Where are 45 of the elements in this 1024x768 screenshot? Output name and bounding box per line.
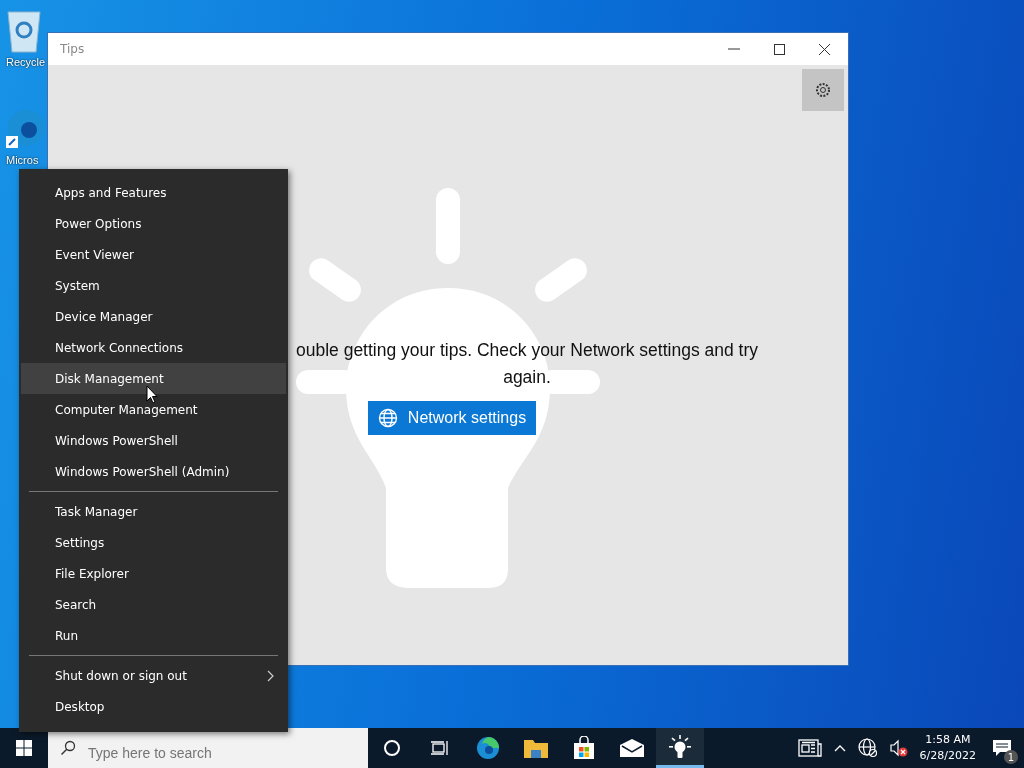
menu-item[interactable]: Computer Management <box>21 394 286 425</box>
news-icon[interactable] <box>797 739 822 757</box>
menu-item[interactable]: Search <box>21 589 286 620</box>
network-settings-button[interactable]: Network settings <box>367 401 537 435</box>
menu-item[interactable]: Power Options <box>21 208 286 239</box>
menu-item[interactable]: File Explorer <box>21 558 286 589</box>
start-icon[interactable] <box>16 740 32 756</box>
network-globe-icon[interactable] <box>857 738 878 758</box>
browser-icon <box>476 736 500 760</box>
lightbulb-icon <box>669 734 691 759</box>
menu-item[interactable]: Run <box>21 620 286 651</box>
menu-item[interactable]: Device Manager <box>21 301 286 332</box>
error-message: ouble getting your tips. Check your Network settings and try again. <box>294 339 759 389</box>
taskbar-app-button[interactable] <box>656 728 704 768</box>
menu-item[interactable]: Apps and Features <box>21 177 286 208</box>
menu-item[interactable]: Task Manager <box>21 496 286 527</box>
circle-icon <box>383 739 401 757</box>
muted-speaker-icon[interactable] <box>889 739 908 757</box>
close-icon[interactable] <box>819 43 830 55</box>
menu-item[interactable]: Windows PowerShell (Admin) <box>21 456 286 487</box>
mouse-cursor-icon <box>146 385 158 404</box>
menu-item[interactable]: Windows PowerShell <box>21 425 286 456</box>
clock-date[interactable]: 6/28/2022 <box>919 748 976 764</box>
settings-button[interactable] <box>802 69 844 111</box>
search-icon <box>60 740 76 756</box>
clock-time[interactable]: 1:58 AM <box>925 732 971 748</box>
task-view-icon <box>431 739 449 757</box>
menu-item[interactable]: Shut down or sign out <box>21 660 286 691</box>
menu-item[interactable]: Network Connections <box>21 332 286 363</box>
chevron-up-icon[interactable] <box>833 744 846 752</box>
notification-count-badge: 1 <box>1004 750 1018 764</box>
menu-item[interactable]: Event Viewer <box>21 239 286 270</box>
maximize-icon[interactable] <box>774 43 785 55</box>
settings-icon <box>814 81 832 99</box>
envelope-icon <box>620 739 644 757</box>
menu-item[interactable]: Desktop <box>21 691 286 722</box>
menu-item[interactable]: Disk Management <box>21 363 286 394</box>
window-title: Tips <box>60 42 85 56</box>
shopping-bag-icon <box>573 736 595 760</box>
folder-icon <box>524 738 548 758</box>
menu-item[interactable]: System <box>21 270 286 301</box>
globe-icon <box>377 408 398 428</box>
recycle-bin-icon[interactable] <box>4 8 44 54</box>
search-field[interactable]: Type here to search <box>48 728 368 768</box>
menu-item[interactable]: Settings <box>21 527 286 558</box>
